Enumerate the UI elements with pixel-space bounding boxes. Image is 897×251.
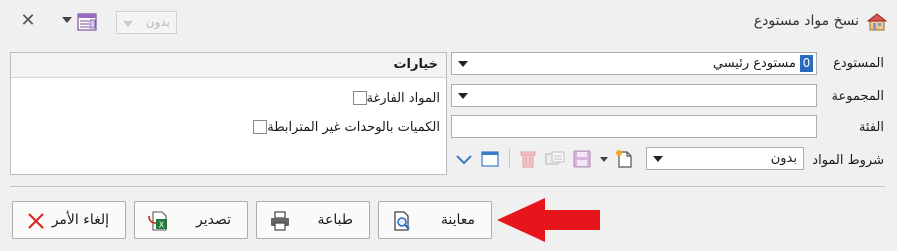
title-bar: نسخ مواد مستودع ✕ بدون — [0, 0, 897, 44]
preview-button[interactable]: معاينة — [378, 201, 492, 239]
options-panel: خيارات المواد الفارغة الكميات بالوحدات غ… — [10, 52, 447, 175]
print-button-label: طباعة — [317, 212, 354, 228]
chevron-down-icon — [458, 61, 468, 67]
chevron-down-icon — [123, 21, 133, 27]
cancel-button[interactable]: إلغاء الأمر — [12, 201, 126, 239]
cancel-x-icon — [28, 213, 44, 229]
warehouse-value: مستودع رئيسي — [712, 56, 796, 71]
category-input[interactable] — [451, 115, 817, 138]
checkbox-empty-items[interactable]: المواد الفارغة — [347, 89, 441, 107]
chevron-down-icon — [458, 93, 468, 99]
copy-condition-icon[interactable] — [545, 149, 565, 169]
chevron-down-icon[interactable] — [62, 17, 72, 23]
printer-icon — [271, 211, 289, 231]
warehouse-select[interactable]: مستودع رئيسي 0 — [451, 52, 817, 75]
checkbox-unlinked-units[interactable]: الكميات بالوحدات غير المترابطة — [247, 118, 440, 136]
window-icon[interactable] — [480, 149, 500, 169]
layout-grid-icon[interactable] — [77, 13, 97, 31]
checkbox-label: المواد الفارغة — [366, 90, 441, 106]
group-select[interactable] — [451, 84, 817, 107]
checkbox-box[interactable] — [352, 91, 367, 105]
group-label: المجموعة — [831, 89, 884, 104]
conditions-label: شروط المواد — [812, 153, 884, 168]
excel-export-icon: X — [148, 211, 167, 231]
save-icon[interactable] — [572, 149, 592, 169]
svg-text:X: X — [159, 221, 165, 230]
toolbar-divider — [509, 149, 510, 169]
print-button[interactable]: طباعة — [256, 201, 370, 239]
options-header: خيارات — [11, 53, 446, 78]
checkbox-box[interactable] — [253, 120, 268, 134]
checkbox-label: الكميات بالوحدات غير المترابطة — [267, 119, 440, 135]
delete-icon[interactable] — [518, 149, 538, 169]
chevron-down-icon[interactable] — [600, 157, 608, 162]
export-button-label: تصدير — [195, 212, 231, 228]
language-select[interactable]: بدون — [116, 11, 177, 34]
warehouse-label: المستودع — [833, 56, 884, 71]
expand-chevron-icon[interactable] — [454, 149, 474, 169]
export-button[interactable]: X تصدير — [134, 201, 248, 239]
separator — [10, 186, 885, 187]
chevron-down-icon — [653, 156, 663, 162]
window-title: نسخ مواد مستودع — [753, 13, 859, 29]
close-icon[interactable]: ✕ — [18, 11, 38, 31]
conditions-select[interactable]: بدون — [646, 147, 804, 170]
conditions-value: بدون — [770, 151, 797, 166]
red-arrow-icon — [497, 198, 600, 242]
preview-icon — [394, 211, 410, 231]
new-condition-icon[interactable] — [615, 149, 635, 169]
options-header-label: خيارات — [393, 57, 438, 72]
warehouse-icon — [867, 13, 887, 31]
category-label: الفئة — [858, 120, 884, 135]
warehouse-number: 0 — [800, 55, 813, 72]
preview-button-label: معاينة — [440, 212, 475, 228]
cancel-button-label: إلغاء الأمر — [51, 212, 109, 228]
language-select-value: بدون — [145, 15, 170, 29]
